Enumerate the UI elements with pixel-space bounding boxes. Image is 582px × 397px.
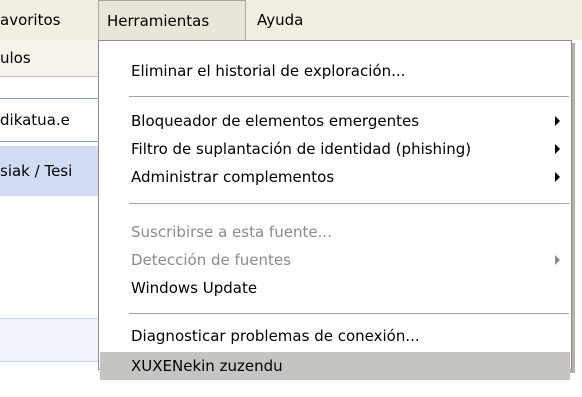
page-content-fragment xyxy=(0,196,98,316)
submenu-arrow-icon xyxy=(555,172,560,182)
submenu-arrow-icon xyxy=(555,144,560,154)
menu-item-label: Windows Update xyxy=(131,279,258,297)
menu-herramientas[interactable]: Herramientas xyxy=(98,0,246,40)
menu-item-label: Diagnosticar problemas de conexión... xyxy=(131,327,420,345)
menu-item-bloqueador-emergentes[interactable]: Bloqueador de elementos emergentes xyxy=(100,107,570,135)
page-content-fragment-bottom xyxy=(0,362,98,397)
menu-item-label: Eliminar el historial de exploración... xyxy=(131,62,406,80)
menu-item-diagnosticar-conexion[interactable]: Diagnosticar problemas de conexión... xyxy=(100,322,570,350)
menu-item-label: Bloqueador de elementos emergentes xyxy=(131,112,420,130)
menu-item-windows-update[interactable]: Windows Update xyxy=(100,274,570,302)
menu-item-label: Detección de fuentes xyxy=(131,251,291,269)
menu-separator xyxy=(129,203,569,204)
menu-item-label: Suscribirse a esta fuente... xyxy=(131,223,332,241)
menu-separator xyxy=(129,96,569,97)
menu-item-xuxenekin-zuzendu[interactable]: XUXENekin zuzendu xyxy=(100,352,570,380)
menu-separator xyxy=(129,313,569,314)
menu-item-filtro-phishing[interactable]: Filtro de suplantación de identidad (phi… xyxy=(100,135,570,163)
links-bar-fragment: ulos xyxy=(0,40,98,77)
submenu-arrow-icon xyxy=(555,255,560,265)
tools-dropdown-menu: Eliminar el historial de exploración... … xyxy=(98,40,572,380)
window-edge xyxy=(576,0,582,40)
menu-item-suscribirse-fuente: Suscribirse a esta fuente... xyxy=(100,218,570,246)
menu-item-label: Filtro de suplantación de identidad (phi… xyxy=(131,140,472,158)
menu-item-administrar-complementos[interactable]: Administrar complementos xyxy=(100,163,570,191)
menu-item-label: XUXENekin zuzendu xyxy=(131,357,283,375)
menu-item-label: Administrar complementos xyxy=(131,168,335,186)
page-row-fragment xyxy=(0,318,98,362)
menu-item-deteccion-fuentes: Detección de fuentes xyxy=(100,246,570,274)
menu-favoritos[interactable]: avoritos xyxy=(0,0,60,40)
address-field-fragment[interactable]: dikatua.e xyxy=(0,98,98,142)
menu-item-eliminar-historial[interactable]: Eliminar el historial de exploración... xyxy=(100,57,570,85)
submenu-arrow-icon xyxy=(555,116,560,126)
menu-ayuda[interactable]: Ayuda xyxy=(257,0,303,40)
tab-fragment[interactable]: siak / Tesi xyxy=(0,146,98,197)
window-edge-right xyxy=(576,40,582,397)
menu-bar: avoritos Herramientas Ayuda xyxy=(0,0,582,40)
